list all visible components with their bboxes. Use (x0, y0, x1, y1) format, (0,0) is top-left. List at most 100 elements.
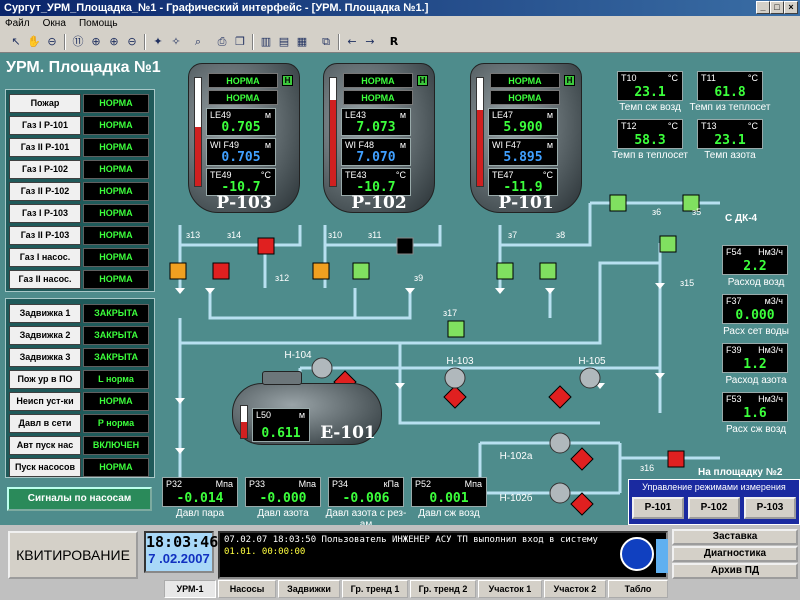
close-button[interactable]: × (784, 1, 798, 14)
menu-help[interactable]: Помощь (74, 16, 123, 31)
vessel-h-button[interactable]: H (417, 75, 428, 86)
temp-indicator: T12 °C 58.3 (617, 119, 683, 149)
valve-label[interactable]: з6 (652, 207, 661, 217)
valve-label[interactable]: з9 (414, 273, 423, 283)
pressure-indicator: P52 Мпа 0.001 (411, 477, 487, 507)
archive-button[interactable]: Архив ПД (672, 563, 798, 579)
mode-button-r101[interactable]: Р-101 (632, 497, 684, 519)
zoom-in-icon[interactable]: ⊕ (106, 34, 122, 50)
tab-2[interactable]: Насосы (218, 580, 276, 598)
minimize-button[interactable]: _ (756, 1, 770, 14)
tab-5[interactable]: Гр. тренд 2 (410, 580, 476, 598)
flow-value: 2.2 (743, 259, 767, 274)
tank-level-unit: м (298, 410, 305, 420)
scroll-indicator[interactable] (656, 539, 668, 573)
flow-caption: Расход возд (727, 277, 785, 288)
valve-label[interactable]: з12 (275, 273, 289, 283)
valve-label[interactable]: з15 (680, 278, 694, 288)
vessel-indicator: WI F48 м 7.070 (341, 138, 411, 166)
temp-indicator: T10 °C 23.1 (617, 71, 683, 101)
zoom-11-icon[interactable]: ⑪ (70, 34, 86, 50)
tab-8[interactable]: Табло (608, 580, 668, 598)
print-icon[interactable]: ⎙ (214, 34, 230, 50)
vessel-status-1: НОРМА (343, 73, 413, 88)
screensaver-button[interactable]: Заставка (672, 529, 798, 545)
valve-label[interactable]: з17 (443, 308, 457, 318)
tab-7[interactable]: Участок 2 (544, 580, 606, 598)
log-line-1: 07.02.07 18:03:50 Пользователь ИНЖЕНЕР А… (224, 535, 598, 545)
binoculars-icon[interactable]: ⌕ (190, 34, 206, 50)
tab-3[interactable]: Задвижки (278, 580, 340, 598)
maximize-button[interactable]: □ (770, 1, 784, 14)
status-label: Пожар (9, 94, 81, 113)
tool2-icon[interactable]: ✧ (168, 34, 184, 50)
vessel-status-1: НОРМА (208, 73, 278, 88)
zoom-reset-icon[interactable]: ⊖ (124, 34, 140, 50)
status-label: Газ II Р-103 (9, 226, 81, 245)
status-value: НОРМА (83, 248, 149, 267)
valve-label[interactable]: з16 (640, 463, 654, 473)
temp-tag: T11 (701, 73, 716, 83)
valve-label[interactable]: з14 (227, 230, 241, 240)
temp-caption: Темп в теплосет (611, 150, 689, 161)
mode-button-r102[interactable]: Р-102 (688, 497, 740, 519)
vessel-h-button[interactable]: H (282, 75, 293, 86)
mode-button-r103[interactable]: Р-103 (744, 497, 796, 519)
valve-value: P норма (83, 414, 149, 433)
hand-icon[interactable]: ✋ (26, 34, 42, 50)
indicator-unit: м (399, 110, 406, 120)
valve-label[interactable]: з8 (556, 230, 565, 240)
menu-file[interactable]: Файл (0, 16, 35, 31)
valve-label[interactable]: з13 (186, 230, 200, 240)
indicator-tag: WI F49 (210, 140, 240, 150)
temp-value: 23.1 (634, 85, 666, 100)
pressure-tag: P32 (166, 479, 183, 489)
indicator-tag: LE43 (345, 110, 367, 120)
acknowledge-button[interactable]: КВИТИРОВАНИЕ (8, 531, 138, 579)
tab-6[interactable]: Участок 1 (478, 580, 542, 598)
to-site2-label: На площадку №2 (698, 467, 783, 478)
menu-windows[interactable]: Окна (38, 16, 71, 31)
pump-signals-button[interactable]: Сигналы по насосам (7, 487, 152, 511)
mode-control-title: Управление режимами измерения (642, 482, 786, 492)
indicator-value: 0.705 (221, 150, 261, 165)
tab-4[interactable]: Гр. тренд 1 (342, 580, 408, 598)
indicator-tag: TE43 (345, 170, 367, 180)
menu-bar: Файл Окна Помощь (0, 16, 800, 31)
refresh-r-icon[interactable]: R (386, 34, 402, 50)
vessel-status-2: НОРМА (208, 90, 278, 105)
valve-label[interactable]: з7 (508, 230, 517, 240)
back-icon[interactable]: ← (344, 34, 360, 50)
window-icon[interactable]: ⧉ (318, 34, 334, 50)
valve-label[interactable]: з5 (692, 207, 701, 217)
event-log: 07.02.07 18:03:50 Пользователь ИНЖЕНЕР А… (218, 531, 668, 579)
flow-tag: F53 (726, 394, 742, 404)
indicator-unit: °C (260, 170, 271, 180)
indicator-value: 5.895 (503, 150, 543, 165)
forward-icon[interactable]: → (362, 34, 378, 50)
vessel-indicator: WI F49 м 0.705 (206, 138, 276, 166)
diagnostics-button[interactable]: Диагностика (672, 546, 798, 562)
valve-row: Авт пуск нас ВКЛЮЧЕН (9, 436, 151, 455)
indicator-value: 5.900 (503, 120, 543, 135)
cascade-icon[interactable]: ▦ (294, 34, 310, 50)
valve-label[interactable]: з10 (328, 230, 342, 240)
pressure-unit: Мпа (215, 479, 233, 489)
vessel-h-button[interactable]: H (564, 75, 575, 86)
zoom-out-icon[interactable]: ⊖ (44, 34, 60, 50)
pressure-tag: P52 (415, 479, 432, 489)
tool-icon[interactable]: ✦ (150, 34, 166, 50)
copy-icon[interactable]: ❐ (232, 34, 248, 50)
screen-title: УРМ. Площадка №1 (6, 59, 161, 76)
status-label: Газ I Р-101 (9, 116, 81, 135)
pump-label: Н-102а (499, 451, 533, 462)
pressure-value: 0.001 (429, 491, 469, 506)
valve-label[interactable]: з11 (368, 230, 381, 240)
pressure-unit: Мпа (464, 479, 482, 489)
tile-horizontal-icon[interactable]: ▤ (276, 34, 292, 50)
tile-vertical-icon[interactable]: ▥ (258, 34, 274, 50)
valve-value: L норма (83, 370, 149, 389)
zoom-icon[interactable]: ⊕ (88, 34, 104, 50)
tab-1[interactable]: УРМ-1 (164, 580, 216, 598)
pointer-icon[interactable]: ↖ (8, 34, 24, 50)
